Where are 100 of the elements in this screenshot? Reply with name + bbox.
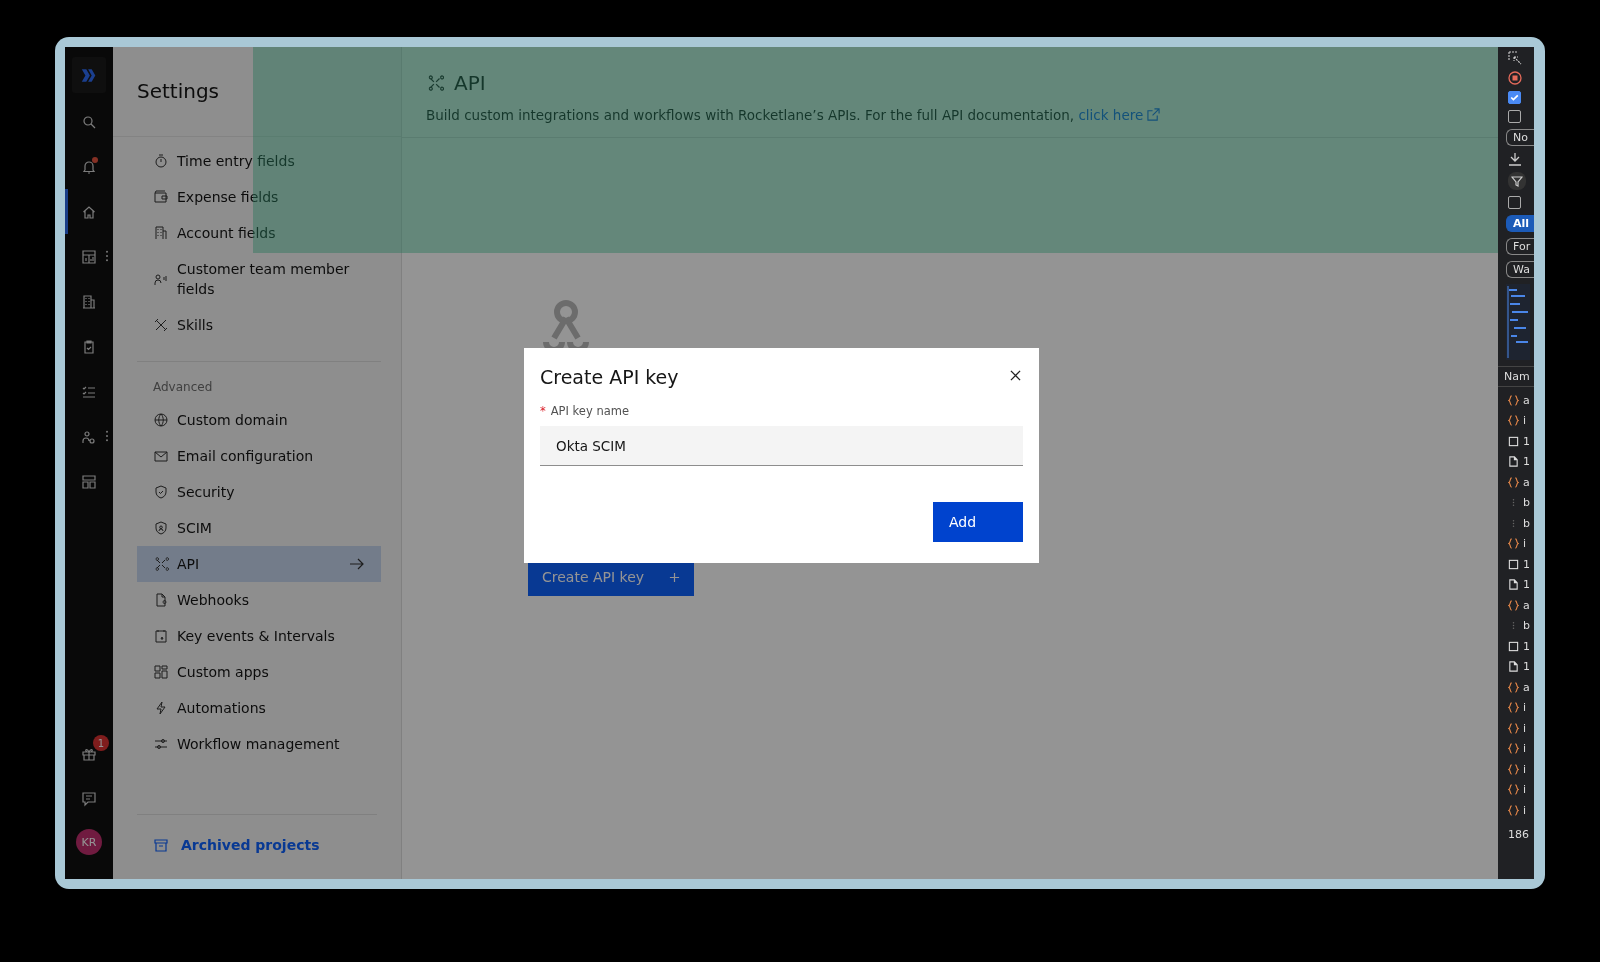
sliders-icon: [153, 736, 169, 752]
field-label: API key name: [550, 404, 629, 418]
request-row[interactable]: i: [1508, 721, 1527, 736]
script-icon: [1508, 804, 1519, 816]
external-link-icon: [1147, 108, 1161, 121]
request-row[interactable]: a: [1508, 393, 1530, 408]
person-icon: [153, 271, 169, 287]
record-icon[interactable]: [1508, 71, 1522, 85]
checkbox[interactable]: [1508, 196, 1521, 209]
request-row[interactable]: 1: [1508, 454, 1530, 469]
settings-item[interactable]: Webhooks: [137, 582, 381, 618]
settings-item[interactable]: Workflow management: [137, 726, 381, 762]
request-count: 186: [1508, 827, 1529, 841]
request-row[interactable]: b: [1508, 618, 1530, 633]
square-icon: [1508, 640, 1519, 652]
checkbox[interactable]: [1508, 91, 1521, 104]
globe-icon: [153, 412, 169, 428]
select-element-icon[interactable]: [1508, 51, 1522, 65]
request-row[interactable]: a: [1508, 680, 1530, 695]
column-header[interactable]: Nam: [1498, 366, 1534, 387]
settings-title: Settings: [113, 47, 401, 137]
clipboard-icon: [81, 338, 97, 355]
request-row[interactable]: i: [1508, 413, 1527, 428]
request-row[interactable]: 1: [1508, 577, 1530, 592]
group-heading: Advanced: [152, 380, 214, 396]
script-icon: [1508, 763, 1519, 775]
script-icon: [1508, 476, 1519, 488]
filter-chip[interactable]: For: [1506, 238, 1534, 255]
shield-icon: [153, 520, 169, 536]
dashboard-icon: [81, 248, 97, 265]
settings-item[interactable]: Account fields: [137, 215, 381, 251]
settings-item[interactable]: Custom apps: [137, 654, 381, 690]
document-icon: [1508, 661, 1519, 673]
request-row[interactable]: i: [1508, 536, 1527, 551]
archive-icon: [153, 837, 169, 853]
settings-item[interactable]: SCIM: [137, 510, 381, 546]
script-icon: [1508, 681, 1519, 693]
add-button[interactable]: Add: [933, 502, 1023, 542]
request-row[interactable]: i: [1508, 762, 1527, 777]
grid-icon: [153, 664, 169, 680]
settings-item[interactable]: Expense fields: [137, 179, 381, 215]
settings-item[interactable]: Time entry fields: [137, 143, 381, 179]
request-row[interactable]: 1: [1508, 659, 1530, 674]
filter-chip[interactable]: All: [1506, 215, 1534, 232]
chat-icon: [81, 790, 97, 807]
settings-item[interactable]: Email configuration: [137, 438, 381, 474]
request-row[interactable]: i: [1508, 782, 1527, 797]
search-icon: [81, 113, 97, 130]
request-row[interactable]: i: [1508, 803, 1527, 818]
script-icon: [1508, 538, 1519, 550]
request-row[interactable]: a: [1508, 475, 1530, 490]
settings-item[interactable]: Key events & Intervals: [137, 618, 381, 654]
bell-icon: [81, 158, 97, 175]
script-icon: [1508, 702, 1519, 714]
shield-icon: [153, 484, 169, 500]
count-badge: 1: [93, 735, 109, 751]
close-icon[interactable]: [1010, 370, 1021, 381]
request-row[interactable]: 1: [1508, 639, 1530, 654]
tools-icon: [153, 317, 169, 333]
settings-item[interactable]: Skills: [137, 307, 381, 343]
filter-icon[interactable]: [1508, 172, 1526, 190]
stopwatch-icon: [153, 153, 169, 169]
square-icon: [1508, 558, 1519, 570]
request-row[interactable]: b: [1508, 495, 1530, 510]
page-description: Build custom integrations and workflows with Rocketlane’s APIs. For the full API documentation, click here: [426, 107, 1474, 123]
more-icon[interactable]: [105, 250, 109, 262]
script-icon: [1508, 784, 1519, 796]
wallet-icon: [153, 189, 169, 205]
settings-item[interactable]: Automations: [137, 690, 381, 726]
envelope-icon: [153, 448, 169, 464]
request-row[interactable]: i: [1508, 741, 1527, 756]
building-icon: [81, 293, 97, 310]
request-row[interactable]: i: [1508, 700, 1527, 715]
script-icon: [1508, 394, 1519, 406]
download-icon[interactable]: [1508, 152, 1522, 166]
chevron-logo-icon: [80, 67, 98, 83]
document-icon: [1508, 456, 1519, 468]
settings-item[interactable]: Custom domain: [137, 402, 381, 438]
script-icon: [1508, 722, 1519, 734]
filter-chip[interactable]: Wa: [1506, 261, 1534, 278]
request-row[interactable]: 1: [1508, 434, 1530, 449]
api-key-name-field[interactable]: Okta SCIM: [540, 426, 1023, 466]
calendar-icon: [153, 628, 169, 644]
request-row[interactable]: b: [1508, 516, 1530, 531]
user-avatar[interactable]: KR: [76, 829, 102, 855]
throttle-select[interactable]: No: [1506, 129, 1534, 146]
script-icon: [1508, 743, 1519, 755]
settings-item[interactable]: Customer team member fields: [137, 251, 381, 307]
plus-icon: [669, 571, 680, 583]
checkbox[interactable]: [1508, 110, 1521, 123]
request-row[interactable]: a: [1508, 598, 1530, 613]
settings-item[interactable]: Security: [137, 474, 381, 510]
document-icon: [153, 592, 169, 608]
people-icon: [81, 428, 97, 445]
more-icon[interactable]: [105, 430, 109, 442]
script-icon: [1508, 415, 1519, 427]
network-icon: [426, 74, 444, 92]
logo[interactable]: [72, 57, 106, 93]
request-row[interactable]: 1: [1508, 557, 1530, 572]
settings-item[interactable]: API: [137, 546, 381, 582]
